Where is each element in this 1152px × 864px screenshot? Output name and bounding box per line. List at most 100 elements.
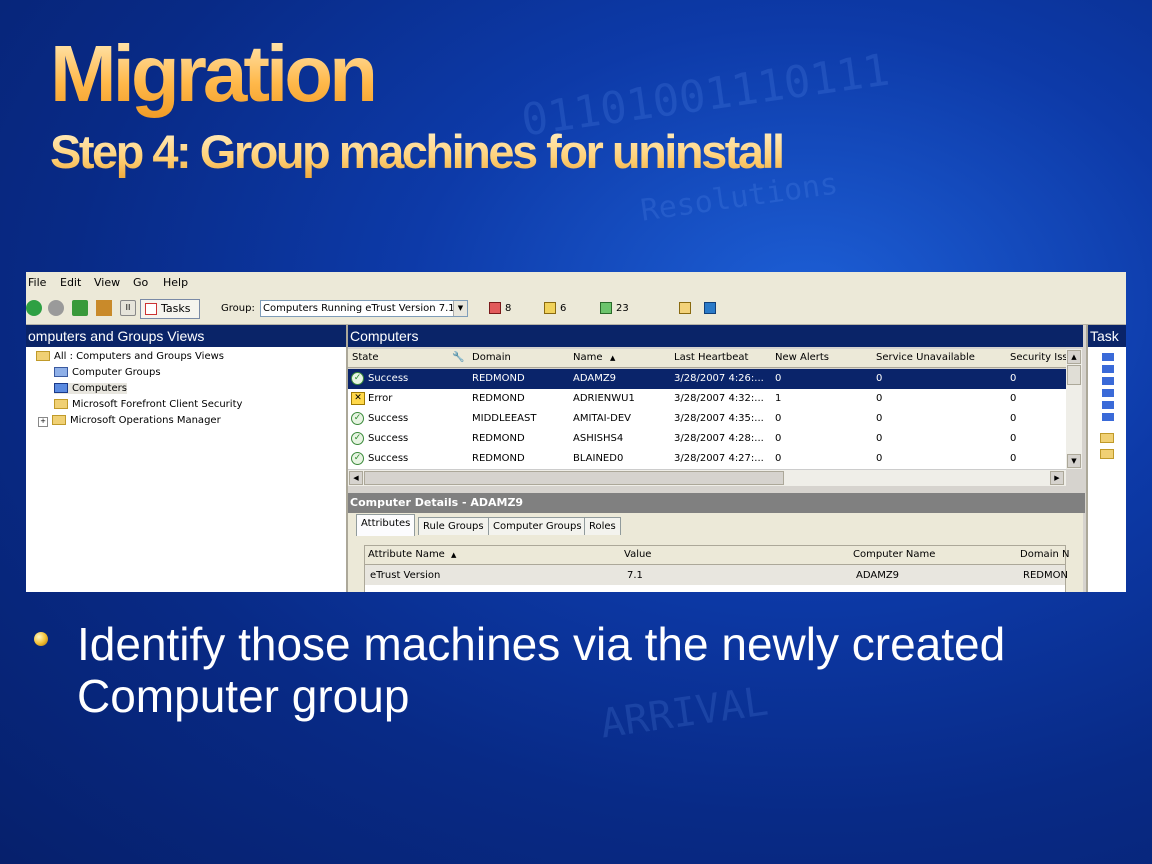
task-list-icons[interactable] bbox=[1102, 353, 1114, 423]
pause-icon[interactable]: II bbox=[120, 300, 136, 316]
menu-help[interactable]: Help bbox=[163, 276, 188, 289]
unavailable-cell: 0 bbox=[876, 373, 883, 384]
help-book-icon[interactable] bbox=[704, 302, 716, 314]
refresh-icon[interactable] bbox=[72, 300, 88, 316]
heartbeat-cell: 3/28/2007 4:26:... bbox=[674, 373, 764, 384]
tab-computer-groups[interactable]: Computer Groups bbox=[488, 517, 587, 535]
attributes-grid-header: Attribute Name ▲ Value Computer Name Dom… bbox=[365, 546, 1069, 565]
name-cell: ADRIENWU1 bbox=[573, 393, 635, 404]
table-row[interactable]: ✕ Error REDMOND ADRIENWU1 3/28/2007 4:32:...… bbox=[348, 389, 1068, 409]
security-cell: 0 bbox=[1010, 433, 1017, 444]
tasks-pane: Task bbox=[1086, 325, 1126, 592]
menu-go[interactable]: Go bbox=[133, 276, 148, 289]
success-grid-icon bbox=[600, 302, 612, 314]
computer-icon bbox=[54, 383, 68, 393]
tasks-label: Tasks bbox=[161, 302, 191, 315]
success-icon: ✓ bbox=[351, 372, 364, 385]
alerts-cell: 0 bbox=[775, 373, 782, 384]
error-count[interactable]: 8 bbox=[505, 303, 511, 314]
alerts-cell: 0 bbox=[775, 433, 782, 444]
table-row[interactable]: ✓ Success REDMOND BLAINED0 3/28/2007 4:27:..… bbox=[348, 449, 1068, 469]
back-icon[interactable] bbox=[26, 300, 42, 316]
scroll-right-icon[interactable]: ▶ bbox=[1050, 471, 1064, 485]
domain-cell: REDMOND bbox=[472, 373, 525, 384]
computer-details-header: Computer Details - ADAMZ9 bbox=[348, 493, 1085, 513]
slide-subtitle: Step 4: Group machines for uninstall bbox=[50, 125, 785, 178]
heartbeat-cell: 3/28/2007 4:27:... bbox=[674, 453, 764, 464]
scroll-thumb[interactable] bbox=[1067, 365, 1081, 385]
tab-attributes[interactable]: Attributes bbox=[356, 514, 416, 536]
expand-icon[interactable]: + bbox=[38, 417, 48, 427]
tab-rule-groups[interactable]: Rule Groups bbox=[418, 517, 489, 535]
folder-icon[interactable] bbox=[1100, 449, 1114, 459]
state-cell: Success bbox=[368, 433, 409, 444]
scroll-up-icon[interactable]: ▲ bbox=[1067, 350, 1081, 364]
scroll-left-icon[interactable]: ◀ bbox=[349, 471, 363, 485]
table-row[interactable]: ✓ Success REDMOND ASHISHS4 3/28/2007 4:28:..… bbox=[348, 429, 1068, 449]
security-cell: 0 bbox=[1010, 413, 1017, 424]
horizontal-scroll-thumb[interactable] bbox=[364, 471, 784, 485]
col-new-alerts[interactable]: New Alerts bbox=[775, 352, 829, 363]
horizontal-scrollbar[interactable]: ◀ ▶ bbox=[348, 469, 1066, 486]
col-last-heartbeat[interactable]: Last Heartbeat bbox=[674, 352, 748, 363]
tasks-header: Task bbox=[1088, 325, 1126, 347]
alerts-cell: 0 bbox=[775, 413, 782, 424]
tree-item-forefront[interactable]: Microsoft Forefront Client Security bbox=[54, 399, 242, 410]
table-row[interactable]: ✓ Success MIDDLEEAST AMITAI-DEV 3/28/2007 4:… bbox=[348, 409, 1068, 429]
computers-groups-pane: omputers and Groups Views All : Computer… bbox=[26, 325, 348, 592]
heartbeat-cell: 3/28/2007 4:35:... bbox=[674, 413, 764, 424]
success-count[interactable]: 23 bbox=[616, 303, 629, 314]
tab-roles[interactable]: Roles bbox=[584, 517, 621, 535]
col-security-issues[interactable]: Security Iss bbox=[1010, 352, 1068, 363]
vertical-scrollbar[interactable]: ▲ ▼ bbox=[1066, 349, 1082, 469]
attr-name-cell: eTrust Version bbox=[370, 570, 441, 581]
col-value[interactable]: Value bbox=[624, 549, 651, 560]
heartbeat-cell: 3/28/2007 4:28:... bbox=[674, 433, 764, 444]
folder-icon[interactable] bbox=[1100, 433, 1114, 443]
col-domain-name[interactable]: Domain N bbox=[1020, 549, 1069, 560]
col-name[interactable]: Name bbox=[573, 352, 603, 363]
menu-file[interactable]: File bbox=[28, 276, 46, 289]
menu-view[interactable]: View bbox=[94, 276, 120, 289]
col-service-unavailable[interactable]: Service Unavailable bbox=[876, 352, 975, 363]
table-row[interactable]: ✓ Success REDMOND ADAMZ9 3/28/2007 4:26:... 0… bbox=[348, 369, 1068, 389]
tree-item-all[interactable]: All : Computers and Groups Views bbox=[36, 351, 224, 362]
tree-item-computer-groups[interactable]: Computer Groups bbox=[54, 367, 161, 378]
home-icon[interactable] bbox=[96, 300, 112, 316]
menu-edit[interactable]: Edit bbox=[60, 276, 81, 289]
domain-cell: REDMOND bbox=[472, 453, 525, 464]
bullet-text: Identify those machines via the newly cr… bbox=[77, 618, 1006, 722]
warning-grid-icon bbox=[544, 302, 556, 314]
properties-icon[interactable] bbox=[679, 302, 691, 314]
bullet-icon bbox=[34, 632, 48, 646]
folder-open-icon bbox=[36, 351, 50, 361]
slide-title: Migration bbox=[50, 29, 378, 118]
security-cell: 0 bbox=[1010, 373, 1017, 384]
tasks-button[interactable]: Tasks bbox=[140, 299, 200, 319]
domain-cell: REDMOND bbox=[472, 393, 525, 404]
tree-item-computers[interactable]: Computers bbox=[54, 383, 127, 394]
name-cell: ASHISHS4 bbox=[573, 433, 624, 444]
chevron-down-icon[interactable]: ▼ bbox=[453, 301, 467, 316]
name-cell: AMITAI-DEV bbox=[573, 413, 632, 424]
table-row[interactable]: eTrust Version 7.1 ADAMZ9 REDMON bbox=[365, 565, 1068, 585]
toolbar: II Tasks Group: Computers Running eTrust… bbox=[26, 294, 1126, 325]
unavailable-cell: 0 bbox=[876, 433, 883, 444]
folder-icon bbox=[52, 415, 66, 425]
group-select[interactable]: Computers Running eTrust Version 7.1 ▼ bbox=[260, 300, 468, 317]
app-screenshot: File Edit View Go Help II Tasks Group: C… bbox=[26, 272, 1126, 592]
computers-grid-header: State 🔧 Domain Name ▲ Last Heartbeat New… bbox=[348, 349, 1068, 368]
attributes-grid: Attribute Name ▲ Value Computer Name Dom… bbox=[364, 545, 1069, 592]
forward-icon[interactable] bbox=[48, 300, 64, 316]
tree-item-operations-manager[interactable]: + Microsoft Operations Manager bbox=[38, 415, 221, 427]
attr-domain-cell: REDMON bbox=[1023, 570, 1068, 581]
col-domain[interactable]: Domain bbox=[472, 352, 511, 363]
checklist-icon bbox=[145, 303, 157, 315]
col-state[interactable]: State bbox=[352, 352, 378, 363]
sort-ascending-icon: ▲ bbox=[451, 551, 457, 559]
warning-count[interactable]: 6 bbox=[560, 303, 566, 314]
col-computer-name[interactable]: Computer Name bbox=[853, 549, 935, 560]
unavailable-cell: 0 bbox=[876, 453, 883, 464]
scroll-down-icon[interactable]: ▼ bbox=[1067, 454, 1081, 468]
col-attribute-name[interactable]: Attribute Name bbox=[368, 549, 445, 560]
